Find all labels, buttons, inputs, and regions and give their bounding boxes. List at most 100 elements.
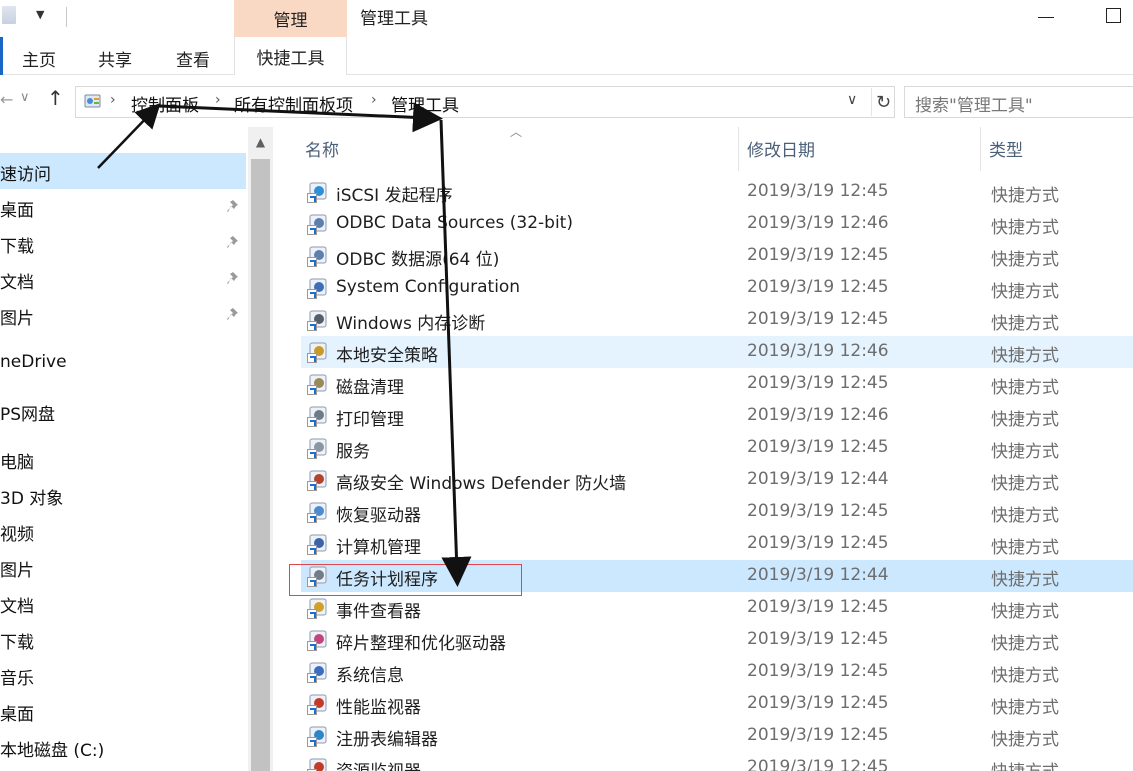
file-row[interactable]: ODBC Data Sources (32-bit) 2019/3/19 12:4… [301,208,1133,240]
file-name: 服务 [336,442,370,462]
breadcrumb-control-panel[interactable]: 控制面板 [131,91,199,116]
file-type: 快捷方式 [991,378,1059,398]
breadcrumb-separator-icon[interactable]: › [110,92,116,108]
file-name: 恢复驱动器 [336,506,421,526]
sidebar-item[interactable]: 下载 [0,225,246,261]
file-tab-edge[interactable] [0,37,3,75]
control-panel-icon [84,94,101,108]
file-type: 快捷方式 [991,410,1059,430]
refresh-icon[interactable]: ↻ [871,88,895,116]
scrollbar-thumb[interactable] [251,159,270,771]
task-scheduler-icon [307,565,329,587]
minimize-icon[interactable] [1038,17,1054,18]
file-name: ODBC Data Sources (32-bit) [336,213,573,233]
file-date: 2019/3/19 12:44 [747,565,889,585]
file-row[interactable]: 本地安全策略 2019/3/19 12:46 快捷方式 [301,336,1133,368]
file-name: 资源监视器 [336,757,421,771]
file-date: 2019/3/19 12:45 [747,309,889,329]
sidebar-item-label: 下载 [0,237,34,257]
breadcrumb-separator-icon[interactable]: › [371,92,377,108]
file-row[interactable]: 任务计划程序 2019/3/19 12:44 快捷方式 [301,560,1133,592]
file-row[interactable]: iSCSI 发起程序 2019/3/19 12:45 快捷方式 [301,176,1133,208]
file-date: 2019/3/19 12:45 [747,597,889,617]
pin-icon[interactable] [226,198,242,214]
file-row[interactable]: 资源监视器 2019/3/19 12:45 快捷方式 [301,752,1133,771]
pin-icon[interactable] [226,306,242,322]
sidebar-item[interactable]: 下载 [0,621,246,657]
column-header-date[interactable]: 修改日期 [747,136,815,161]
sidebar-scrollbar[interactable]: ▲ [248,127,273,771]
sidebar-item[interactable]: neDrive [0,345,246,381]
sidebar-item[interactable]: 视频 [0,513,246,549]
sidebar-item-label: 电脑 [0,453,34,473]
file-row[interactable]: 恢复驱动器 2019/3/19 12:45 快捷方式 [301,496,1133,528]
window-title: 管理工具 [360,9,428,29]
file-type: 快捷方式 [991,282,1059,302]
breadcrumb-all-items[interactable]: 所有控制面板项 [234,91,353,116]
breadcrumb-admin-tools[interactable]: 管理工具 [391,91,459,116]
sidebar-item[interactable]: 本地磁盘 (C:) [0,729,246,765]
recent-locations-chevron-icon[interactable]: ∨ [20,90,30,105]
file-name: 磁盘清理 [336,378,404,398]
search-input[interactable]: 搜索"管理工具" [904,86,1133,118]
file-row[interactable]: 事件查看器 2019/3/19 12:45 快捷方式 [301,592,1133,624]
file-row[interactable]: Windows 内存诊断 2019/3/19 12:45 快捷方式 [301,304,1133,336]
file-row[interactable]: 高级安全 Windows Defender 防火墙 2019/3/19 12:44… [301,464,1133,496]
print-management-icon [307,405,329,427]
sidebar-item[interactable]: 音乐 [0,657,246,693]
file-row[interactable]: 碎片整理和优化驱动器 2019/3/19 12:45 快捷方式 [301,624,1133,656]
file-row[interactable]: 磁盘清理 2019/3/19 12:45 快捷方式 [301,368,1133,400]
file-type: 快捷方式 [991,250,1059,270]
sidebar-item[interactable]: 文档 [0,261,246,297]
file-name: 计算机管理 [336,538,421,558]
file-type: 快捷方式 [991,602,1059,622]
file-name: 打印管理 [336,410,404,430]
tab-view[interactable]: 查看 [176,46,210,71]
address-bar[interactable]: › 控制面板 › 所有控制面板项 › 管理工具 ∨ ↻ [75,86,895,118]
file-row[interactable]: 系统信息 2019/3/19 12:45 快捷方式 [301,656,1133,688]
performance-monitor-icon [307,693,329,715]
file-row[interactable]: System Configuration 2019/3/19 12:45 快捷方式 [301,272,1133,304]
maximize-icon[interactable] [1106,8,1121,23]
back-arrow-icon[interactable]: ← [0,90,13,109]
sidebar-item[interactable]: 桌面 [0,189,246,225]
sidebar-item[interactable]: 电脑 [0,441,246,477]
quick-access-toolbar-dropdown-icon[interactable]: ▼ [36,8,44,21]
file-row[interactable]: ODBC 数据源(64 位) 2019/3/19 12:45 快捷方式 [301,240,1133,272]
file-type: 快捷方式 [991,442,1059,462]
tab-share[interactable]: 共享 [98,46,132,71]
sidebar-item[interactable]: 桌面 [0,693,246,729]
sidebar-item-label: 桌面 [0,705,34,725]
up-arrow-icon[interactable]: ↑ [47,86,64,110]
sidebar-item[interactable]: 文档 [0,585,246,621]
file-row[interactable]: 计算机管理 2019/3/19 12:45 快捷方式 [301,528,1133,560]
sidebar-item-label: 本地磁盘 (C:) [0,741,105,761]
file-type: 快捷方式 [991,346,1059,366]
system-info-icon [307,661,329,683]
breadcrumb-separator-icon[interactable]: › [215,92,221,108]
file-row[interactable]: 性能监视器 2019/3/19 12:45 快捷方式 [301,688,1133,720]
pin-icon[interactable] [226,270,242,286]
sidebar-item[interactable]: PS网盘 [0,393,246,429]
sidebar-item[interactable]: 图片 [0,549,246,585]
file-row[interactable]: 注册表编辑器 2019/3/19 12:45 快捷方式 [301,720,1133,752]
tab-shortcut-tools[interactable]: 快捷工具 [234,37,347,75]
column-header-name[interactable]: 名称 [305,136,339,161]
tab-home[interactable]: 主页 [22,46,56,71]
sidebar-item-label: 下载 [0,633,34,653]
address-dropdown-icon[interactable]: ∨ [847,92,857,108]
scroll-up-icon[interactable]: ▲ [248,127,273,157]
sidebar-item[interactable]: 3D 对象 [0,477,246,513]
file-row[interactable]: 打印管理 2019/3/19 12:46 快捷方式 [301,400,1133,432]
file-name: 事件查看器 [336,602,421,622]
ribbon-tabs: 主页 共享 查看 快捷工具 [0,37,1133,75]
column-header-type[interactable]: 类型 [989,136,1023,161]
folder-icon[interactable] [2,6,16,24]
column-divider[interactable] [738,127,739,171]
sidebar-item[interactable]: 图片 [0,297,246,333]
column-divider[interactable] [980,127,981,171]
sidebar-item[interactable]: 速访问 [0,153,246,189]
file-type: 快捷方式 [991,757,1059,771]
file-row[interactable]: 服务 2019/3/19 12:45 快捷方式 [301,432,1133,464]
pin-icon[interactable] [226,234,242,250]
